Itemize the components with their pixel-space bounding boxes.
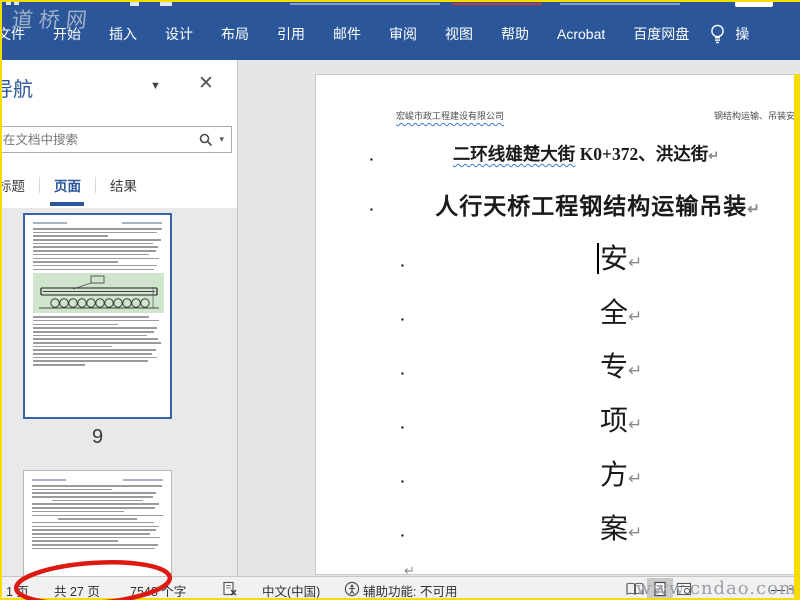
title-text-fragment [290,3,440,5]
thumb-diagram-beam-rollers [33,273,164,314]
doc-vertical-char: 全↵ [600,298,643,329]
bullet-mark: ▪ [401,477,404,486]
tab-help[interactable]: 帮助 [487,24,543,44]
tab-review[interactable]: 审阅 [375,24,431,44]
yellow-border-right [794,74,800,600]
page-header-left: 宏峻市政工程建设有限公司 [396,111,505,121]
bullet-mark: ▪ [401,531,404,540]
doc-title-line2: 人行天桥工程钢结构运输吊装↵ [435,194,761,219]
thumb-page-number: 9 [91,426,104,448]
doc-vertical-char: 项↵ [600,406,643,437]
read-mode-button[interactable] [626,582,644,596]
yellow-border-left [0,0,2,600]
proofing-errors-icon[interactable] [222,581,238,597]
page-thumbnails: 9 [0,208,237,576]
nav-tab-results[interactable]: 结果 [96,175,151,195]
web-layout-button[interactable] [676,581,692,597]
tab-insert[interactable]: 插入 [95,24,151,44]
tab-file[interactable]: 文件 [0,24,39,44]
nav-tab-pages[interactable]: 页面 [40,175,95,195]
tell-me-search[interactable]: 操 [709,23,749,45]
tab-view[interactable]: 视图 [431,24,487,44]
thumb-text [32,503,163,517]
bullet-mark: ▪ [401,369,404,378]
page-header-right: 钢结构运输、吊装安全专项 [714,111,800,121]
title-text-fragment [452,3,542,5]
yellow-border-top [0,0,800,2]
document-page[interactable]: 宏峻市政工程建设有限公司 钢结构运输、吊装安全专项 ▪ 二环线雄楚大街 K0+3… [315,74,800,578]
navigation-tabs: 标题 页面 结果 [0,168,237,202]
thumb-text [33,228,162,271]
text-cursor [597,243,599,274]
doc-vertical-char: 专↵ [600,352,643,383]
doc-vertical-char: 安↵ [600,244,643,275]
search-icon[interactable] [199,133,213,147]
print-layout-button[interactable] [652,581,668,597]
thumb-text [51,499,144,502]
active-tab-underline [50,202,84,206]
thumb-text [32,521,163,550]
tab-acrobat[interactable]: Acrobat [543,26,619,42]
bullet-mark: ▪ [401,261,404,270]
nav-tab-headings[interactable]: 标题 [0,175,39,195]
lightbulb-icon [711,24,725,44]
title-text-fragment [560,3,680,5]
navigation-pane-title: 导航 [0,79,33,101]
page-thumbnail-next[interactable] [23,470,172,576]
doc-vertical-char: 案↵ [600,514,643,545]
thumb-text [33,316,162,366]
doc-vertical-char: 方↵ [600,460,643,491]
search-options-chevron-icon[interactable]: ▾ [219,134,224,145]
thumb-text [32,485,163,498]
tab-layout[interactable]: 布局 [207,24,263,44]
thumb-header [33,222,162,224]
tab-design[interactable]: 设计 [151,24,207,44]
page-thumbnail-9[interactable] [23,213,172,419]
doc-title-line1: 二环线雄楚大街 K0+372、洪达街↵ [452,144,720,164]
thumb-header [32,479,163,481]
document-search-box[interactable]: ▾ [0,126,232,153]
search-input[interactable] [0,132,200,147]
ribbon-tab-bar: 文件 开始 插入 设计 布局 引用 邮件 审阅 视图 帮助 Acrobat 百度… [0,8,800,60]
tab-references[interactable]: 引用 [263,24,319,44]
bullet-mark: ▪ [401,423,404,432]
tab-home[interactable]: 开始 [39,24,95,44]
bullet-mark: ▪ [370,205,373,214]
bullet-mark: ▪ [370,155,373,164]
status-bar: 1 页 共 27 页 7548 个字 中文(中国) 辅助功能: 不可用 — [0,576,800,600]
bullet-mark: ▪ [401,315,404,324]
pane-options-chevron-icon[interactable]: ▼ [150,80,161,92]
tell-me-label: 操 [735,26,750,42]
accessibility-icon [344,581,360,597]
tab-baidu-netdisk[interactable]: 百度网盘 [619,24,703,44]
navigation-pane: 导航 ▼ ✕ ▾ 标题 页面 结果 [0,60,238,576]
tab-mailings[interactable]: 邮件 [319,24,375,44]
pane-close-icon[interactable]: ✕ [198,72,214,95]
thumb-text [58,518,137,520]
word-window: 道桥网 文件 开始 插入 设计 布局 引用 邮件 审阅 视图 帮助 Acroba… [0,0,800,600]
zoom-out-button[interactable]: — [771,581,785,597]
